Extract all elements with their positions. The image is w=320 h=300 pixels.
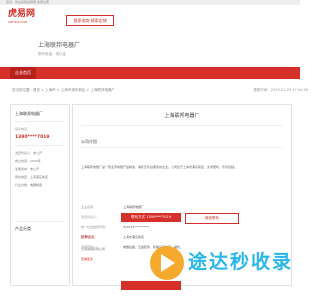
wechat-contact-button[interactable]: 微信联系 (185, 213, 239, 224)
company-intro: 上海联邦电器厂是一家主营电器产品制造、销售及售后服务的企业。公司位于上海市浦东新… (81, 165, 238, 169)
divider (15, 145, 65, 146)
contact-label: 联系电话 (15, 127, 28, 131)
intro-heading: 公司介绍 (81, 139, 97, 144)
phone-number[interactable]: 1390****7019 (15, 135, 49, 140)
sidebar-company-name: 上海联邦电器厂 (15, 111, 43, 116)
company-sidebar: 上海联邦电器厂 联系电话 1390****7019 法定代表人：未公开 成立时间… (10, 104, 70, 286)
info-value: 上海联邦电器厂 (123, 205, 145, 209)
info-key: 统一社会信用代码： (81, 225, 109, 229)
info-row: 企业名称： 上海联邦电器厂 (81, 205, 144, 209)
info-key: 企业名称： (81, 205, 97, 209)
divider (15, 121, 65, 122)
site-logo-domain: CNHYW.COM (8, 20, 28, 24)
nav-item-home[interactable]: 企业首页 (10, 67, 36, 79)
recommend-heading: 推荐企业 (81, 235, 95, 239)
company-subtitle: 联系电话：请认证 (38, 52, 66, 56)
sidebar-info-row: 所在地区：上海浦东新区 (15, 175, 49, 179)
watermark-text: 途达秒收录 (188, 251, 294, 273)
sidebar-info-row: 成立时间：2003年 (15, 159, 41, 163)
site-header (0, 5, 300, 29)
info-row: 统一社会信用代码： 310115********** (81, 225, 149, 229)
company-name-heading: 上海联邦电器厂 (38, 42, 81, 49)
recommend-more-link[interactable]: 查看更多 (81, 257, 93, 261)
sidebar-info-row: 法定代表人：未公开 (15, 151, 43, 155)
site-logo[interactable]: 虎易网 (8, 10, 35, 19)
recommend-item[interactable]: 上海某某有限公司 (81, 247, 105, 251)
info-key: 法定代表人： (81, 215, 100, 219)
info-value: 310115********** (123, 225, 150, 229)
info-value: 上海市浦东新区 (123, 235, 145, 239)
divider (15, 221, 65, 222)
breadcrumb[interactable]: 您当前位置：首页 > 上海市 > 上海市浦东新区 > 上海联邦电器厂 (12, 88, 115, 92)
watermark-circle (150, 246, 184, 280)
contact-phone-button[interactable]: 联系方式 1390****7019 (121, 213, 181, 222)
sidebar-info-row: 注册资本：未公开 (15, 167, 40, 171)
watermark-badge: 途达秒收录 (150, 246, 295, 296)
play-icon (161, 254, 175, 272)
nav-bar: 企业首页 (0, 67, 300, 79)
products-title: 产品分类 (15, 226, 31, 231)
search-button[interactable]: 搜索电商·搜索店铺 (66, 15, 114, 26)
divider (81, 125, 283, 126)
sidebar-info-row: 行业分类：电器制造 (15, 183, 43, 187)
updated-time: 更新时间：2023-01-29 17:04:58 (253, 88, 308, 92)
main-company-title: 上海联邦电器厂 (164, 113, 200, 119)
divider (81, 147, 283, 148)
